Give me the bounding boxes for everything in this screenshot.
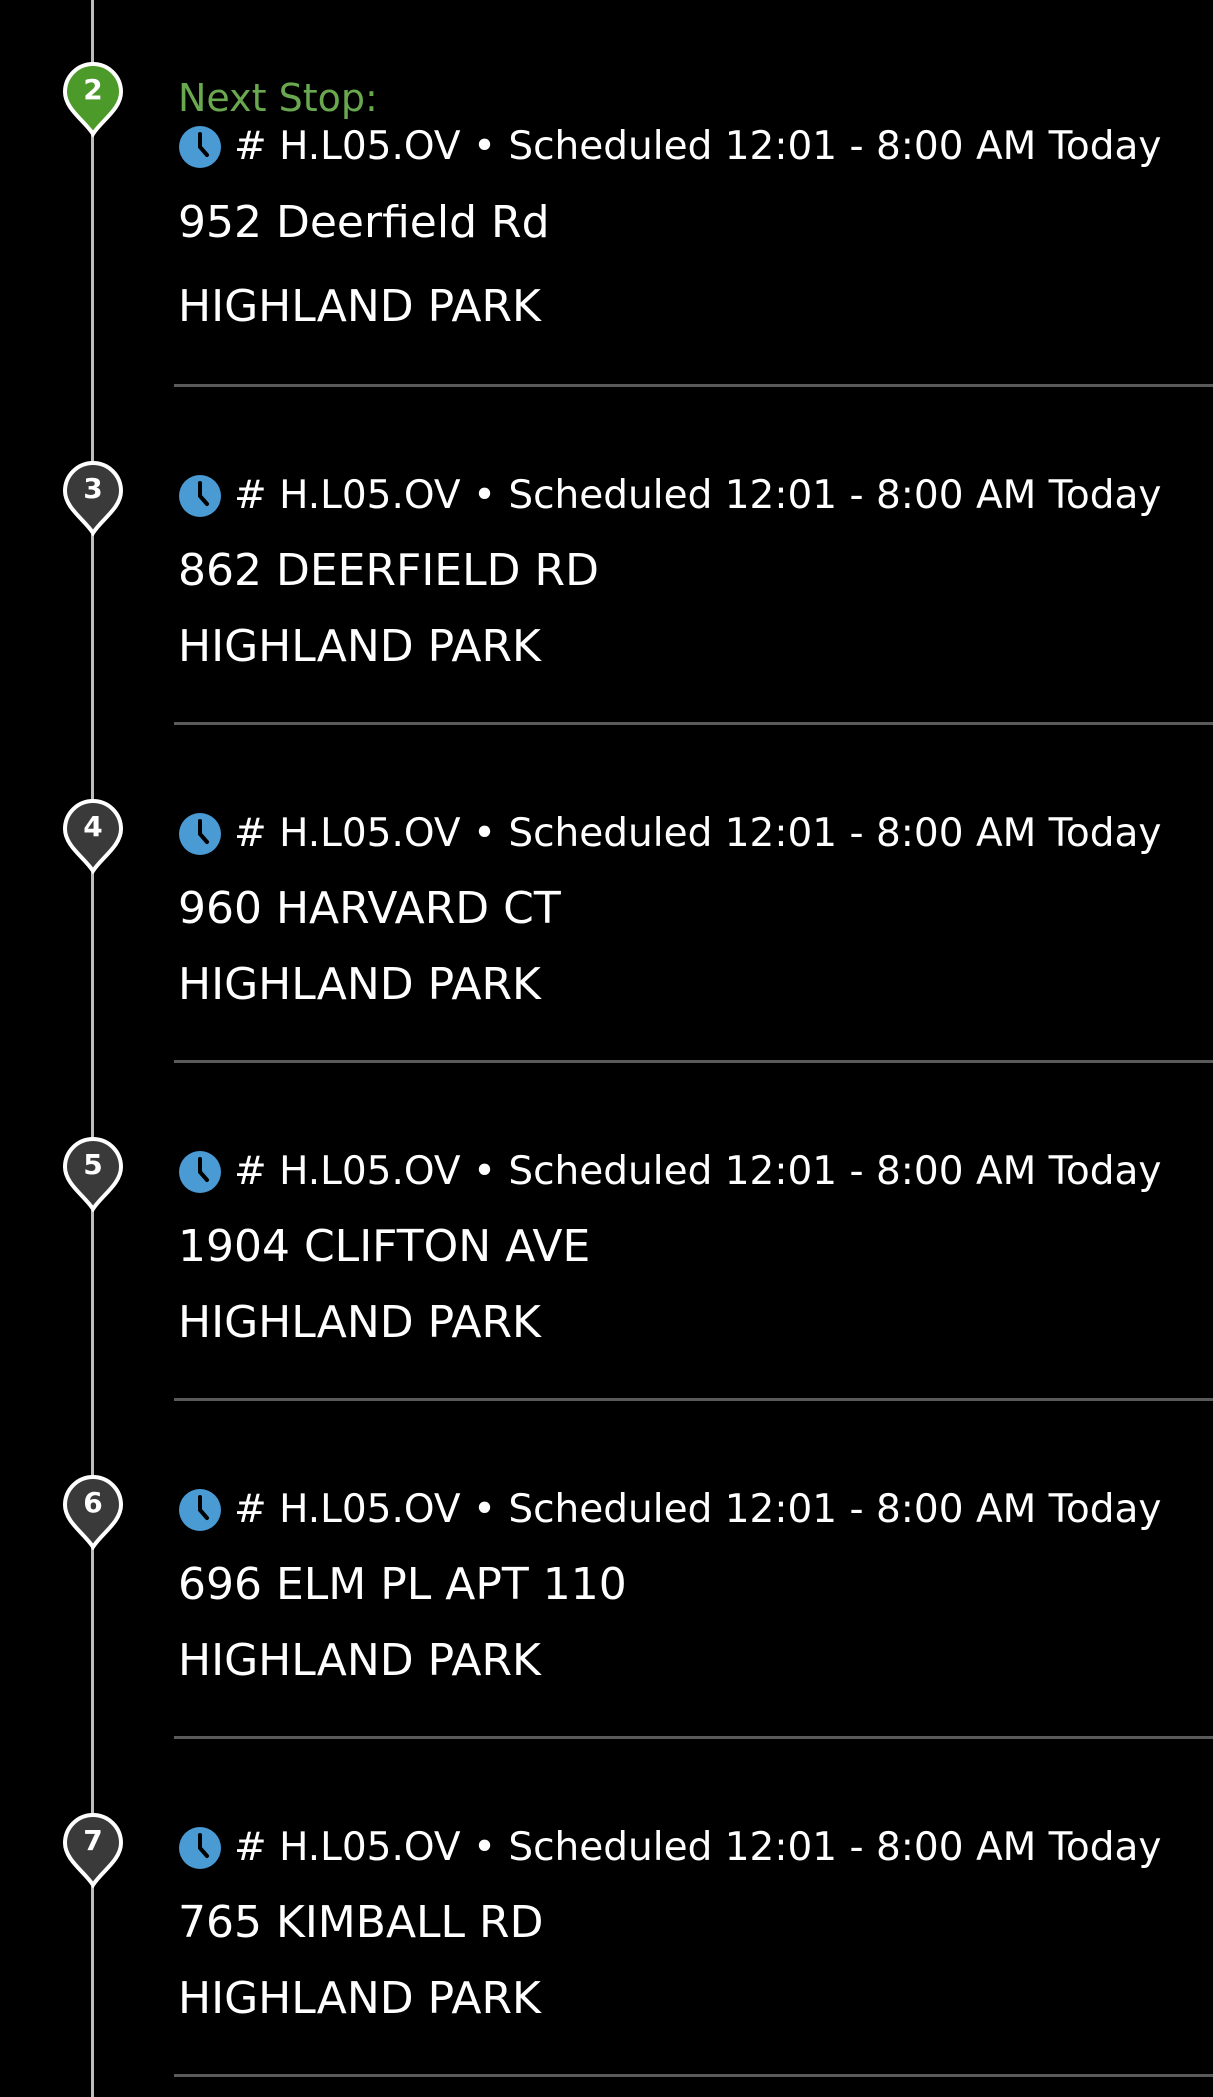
stop-number: 2 <box>83 73 103 106</box>
stop-address: 1904 CLIFTON AVE <box>178 1221 591 1272</box>
stop-address: 765 KIMBALL RD <box>178 1897 544 1948</box>
stop-number: 5 <box>83 1148 103 1181</box>
clock-icon <box>178 812 222 856</box>
stop-meta-row: # H.L05.OV • Scheduled 12:01 - 8:00 AM T… <box>178 124 1161 170</box>
stop-number: 3 <box>83 472 103 505</box>
stop-meta-row: # H.L05.OV • Scheduled 12:01 - 8:00 AM T… <box>178 811 1161 857</box>
stop-address: 960 HARVARD CT <box>178 883 561 934</box>
map-pin-icon: 2 <box>62 61 124 137</box>
stop-meta-row: # H.L05.OV • Scheduled 12:01 - 8:00 AM T… <box>178 1487 1161 1533</box>
map-pin-icon: 3 <box>62 460 124 536</box>
stop-schedule-text: # H.L05.OV • Scheduled 12:01 - 8:00 AM T… <box>234 473 1162 518</box>
stop-item[interactable]: 4 # H.L05.OV • Scheduled 12:01 - 8:00 AM… <box>0 676 1213 1063</box>
stop-number: 7 <box>83 1824 103 1857</box>
stop-schedule-text: # H.L05.OV • Scheduled 12:01 - 8:00 AM T… <box>234 124 1162 169</box>
stop-item[interactable]: 5 # H.L05.OV • Scheduled 12:01 - 8:00 AM… <box>0 1014 1213 1401</box>
stop-city: HIGHLAND PARK <box>178 281 541 332</box>
stop-item[interactable]: 2 Next Stop: # H.L05.OV • Scheduled 12:0… <box>0 0 1213 387</box>
map-pin-icon: 5 <box>62 1136 124 1212</box>
map-pin-icon: 6 <box>62 1474 124 1550</box>
stop-schedule-text: # H.L05.OV • Scheduled 12:01 - 8:00 AM T… <box>234 811 1162 856</box>
stop-city: HIGHLAND PARK <box>178 1297 541 1348</box>
stop-item[interactable]: 7 # H.L05.OV • Scheduled 12:01 - 8:00 AM… <box>0 1690 1213 2077</box>
map-pin-icon: 7 <box>62 1812 124 1888</box>
stop-number: 4 <box>83 810 103 843</box>
stop-meta-row: # H.L05.OV • Scheduled 12:01 - 8:00 AM T… <box>178 473 1161 519</box>
stop-schedule-text: # H.L05.OV • Scheduled 12:01 - 8:00 AM T… <box>234 1825 1162 1870</box>
stop-city: HIGHLAND PARK <box>178 1973 541 2024</box>
stop-address: 952 Deerfield Rd <box>178 197 550 248</box>
map-pin-icon: 4 <box>62 798 124 874</box>
stop-divider <box>174 2074 1213 2077</box>
stop-meta-row: # H.L05.OV • Scheduled 12:01 - 8:00 AM T… <box>178 1825 1161 1871</box>
clock-icon <box>178 474 222 518</box>
stop-meta-row: # H.L05.OV • Scheduled 12:01 - 8:00 AM T… <box>178 1149 1161 1195</box>
stop-city: HIGHLAND PARK <box>178 959 541 1010</box>
clock-icon <box>178 125 222 169</box>
stop-schedule-text: # H.L05.OV • Scheduled 12:01 - 8:00 AM T… <box>234 1149 1162 1194</box>
clock-icon <box>178 1150 222 1194</box>
clock-icon <box>178 1826 222 1870</box>
stop-schedule-text: # H.L05.OV • Scheduled 12:01 - 8:00 AM T… <box>234 1487 1162 1532</box>
next-stop-label: Next Stop: <box>178 76 378 120</box>
stop-address: 696 ELM PL APT 110 <box>178 1559 627 1610</box>
stop-list: 2 Next Stop: # H.L05.OV • Scheduled 12:0… <box>0 0 1213 2097</box>
stop-address: 862 DEERFIELD RD <box>178 545 599 596</box>
clock-icon <box>178 1488 222 1532</box>
stop-item[interactable]: 6 # H.L05.OV • Scheduled 12:01 - 8:00 AM… <box>0 1352 1213 1739</box>
stop-city: HIGHLAND PARK <box>178 621 541 672</box>
stop-item[interactable]: 3 # H.L05.OV • Scheduled 12:01 - 8:00 AM… <box>0 338 1213 725</box>
stop-city: HIGHLAND PARK <box>178 1635 541 1686</box>
stop-number: 6 <box>83 1486 103 1519</box>
